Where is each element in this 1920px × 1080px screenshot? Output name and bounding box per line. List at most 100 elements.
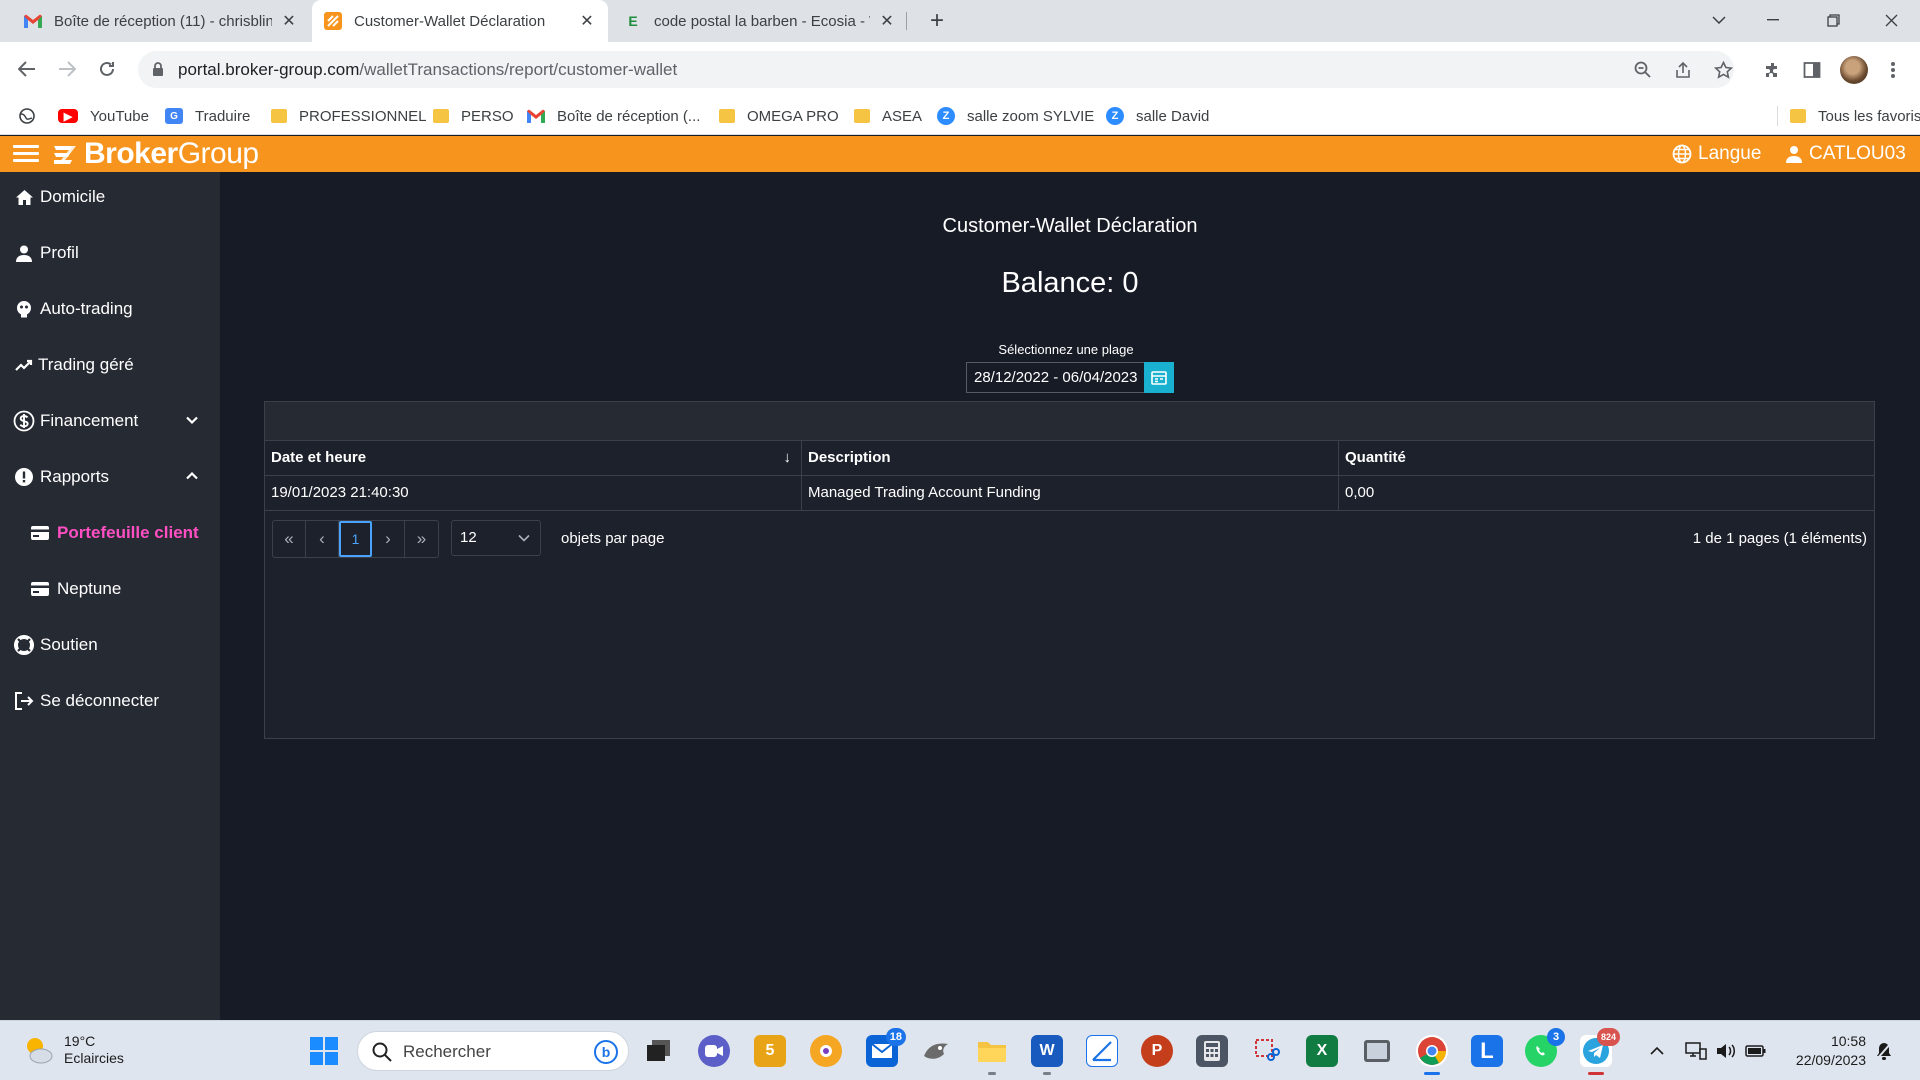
column-header-description[interactable]: Description: [802, 441, 1339, 475]
snipping-tool-icon[interactable]: [1251, 1035, 1283, 1067]
chrome-icon[interactable]: [1416, 1035, 1448, 1075]
bookmark-perso[interactable]: PERSO: [433, 106, 514, 126]
app-l-icon[interactable]: L: [1471, 1035, 1503, 1067]
calendar-button[interactable]: [1144, 362, 1174, 393]
tab-ecosia[interactable]: E code postal la barben - Ecosia - W ✕: [612, 0, 908, 42]
zoom-icon[interactable]: [1632, 59, 1654, 81]
sidebar-item-neptune[interactable]: Neptune: [0, 575, 220, 603]
tab-customer-wallet[interactable]: Customer-Wallet Déclaration ✕: [312, 0, 608, 42]
chevron-down-icon[interactable]: [184, 412, 200, 428]
app-orange-icon[interactable]: [810, 1035, 842, 1067]
date-range-picker[interactable]: 28/12/2022 - 06/04/2023: [966, 362, 1174, 393]
sidebar-item-trading-gere[interactable]: Trading géré: [0, 351, 220, 379]
pager-next-button[interactable]: ›: [372, 521, 405, 557]
sidebar-item-rapports[interactable]: Rapports: [0, 463, 220, 491]
powerpoint-icon[interactable]: P: [1141, 1035, 1173, 1067]
lock-icon[interactable]: [152, 61, 164, 77]
system-clock[interactable]: 10:58 22/09/2023: [1796, 1032, 1866, 1070]
calculator-icon[interactable]: [1196, 1035, 1228, 1067]
close-icon[interactable]: ✕: [280, 12, 298, 30]
windows-start-icon[interactable]: [308, 1035, 340, 1067]
sidebar-item-profil[interactable]: Profil: [0, 239, 220, 267]
teams-chat-icon[interactable]: [698, 1035, 730, 1067]
minimize-button[interactable]: [1748, 0, 1798, 40]
pager-prev-button[interactable]: ‹: [306, 521, 339, 557]
whatsapp-icon[interactable]: 3: [1525, 1028, 1565, 1067]
robot-icon: [13, 299, 35, 319]
sidebar-item-label: Trading géré: [38, 355, 134, 374]
bing-icon[interactable]: b: [594, 1040, 618, 1064]
bookmark-zoom-sylvie[interactable]: Z salle zoom SYLVIE: [937, 106, 1094, 126]
bookmark-traduire[interactable]: G Traduire: [165, 106, 250, 126]
sidebar-item-soutien[interactable]: Soutien: [0, 631, 220, 659]
close-window-button[interactable]: [1866, 0, 1916, 40]
taskbar-search[interactable]: Rechercher b: [357, 1031, 629, 1071]
telegram-icon[interactable]: 824: [1580, 1028, 1620, 1075]
tab-gmail[interactable]: Boîte de réception (11) - chrisblin ✕: [12, 0, 310, 42]
share-icon[interactable]: [1672, 59, 1694, 81]
close-icon[interactable]: ✕: [878, 12, 896, 30]
sidebar-item-financement[interactable]: Financement: [0, 407, 220, 435]
sidebar-item-auto-trading[interactable]: Auto-trading: [0, 295, 220, 323]
volume-icon[interactable]: [1714, 1039, 1738, 1063]
bookmark-star-icon[interactable]: [1712, 59, 1734, 81]
more-menu-icon[interactable]: [1880, 57, 1906, 83]
word-icon[interactable]: W: [1031, 1035, 1063, 1075]
sidebar-item-se-deconnecter[interactable]: Se déconnecter: [0, 687, 220, 715]
url-text[interactable]: portal.broker-group.com/walletTransactio…: [178, 60, 677, 80]
battery-icon[interactable]: [1744, 1039, 1768, 1063]
bookmark-zoom-david[interactable]: Z salle David: [1106, 106, 1209, 126]
brokergroup-logo[interactable]: BrokerGroup: [50, 137, 259, 170]
app-5-icon[interactable]: 5: [754, 1035, 786, 1067]
photos-icon[interactable]: [1361, 1035, 1393, 1067]
language-menu[interactable]: Langue: [1672, 143, 1761, 165]
tab-search-chevron-icon[interactable]: [1694, 0, 1744, 40]
task-view-icon[interactable]: [643, 1035, 675, 1067]
new-tab-button[interactable]: +: [922, 6, 952, 36]
bookmark-omega-pro[interactable]: OMEGA PRO: [719, 106, 839, 126]
page-size-select[interactable]: 12: [451, 520, 541, 556]
user-menu[interactable]: CATLOU03: [1785, 143, 1906, 165]
mail-icon[interactable]: 18: [866, 1028, 906, 1067]
table-row[interactable]: 19/01/2023 21:40:30 Managed Trading Acco…: [265, 476, 1874, 511]
profile-avatar[interactable]: [1840, 56, 1868, 84]
file-explorer-icon[interactable]: [976, 1035, 1008, 1075]
address-bar[interactable]: portal.broker-group.com/walletTransactio…: [138, 51, 1734, 88]
apps-icon[interactable]: [19, 106, 35, 126]
forward-button[interactable]: [51, 53, 83, 85]
restore-button[interactable]: [1808, 0, 1858, 40]
column-header-date[interactable]: Date et heure ↓: [265, 441, 802, 475]
bookmark-youtube[interactable]: ▶ YouTube: [58, 106, 149, 126]
chevron-up-icon[interactable]: [184, 468, 200, 484]
folder-icon: [271, 109, 287, 123]
network-icon[interactable]: [1684, 1039, 1708, 1063]
pager-last-button[interactable]: »: [405, 521, 438, 557]
side-panel-icon[interactable]: [1799, 57, 1825, 83]
folder-icon: [433, 109, 449, 123]
sidebar-item-domicile[interactable]: Domicile: [0, 183, 220, 211]
all-bookmarks[interactable]: Tous les favoris: [1777, 106, 1920, 126]
reload-button[interactable]: [91, 53, 123, 85]
bookmark-gmail[interactable]: Boîte de réception (...: [527, 106, 700, 126]
gimp-icon[interactable]: [921, 1035, 953, 1067]
sidebar-item-portefeuille-client[interactable]: Portefeuille client: [0, 519, 220, 547]
drawing-app-icon[interactable]: [1086, 1035, 1118, 1067]
main-content: Customer-Wallet Déclaration Balance: 0 S…: [220, 172, 1920, 1020]
close-icon[interactable]: ✕: [578, 12, 596, 30]
pager-page-1-button[interactable]: 1: [339, 521, 372, 557]
notifications-icon[interactable]: [1872, 1039, 1896, 1063]
url-host: portal.broker-group.com: [178, 60, 360, 79]
sort-arrow-down-icon[interactable]: ↓: [784, 441, 792, 475]
hamburger-menu-icon[interactable]: [13, 145, 39, 163]
tray-chevron-up-icon[interactable]: [1645, 1039, 1669, 1063]
weather-widget[interactable]: 19°C Eclaircies: [22, 1033, 124, 1067]
bookmark-professionnel[interactable]: PROFESSIONNEL: [271, 106, 427, 126]
excel-icon[interactable]: X: [1306, 1035, 1338, 1067]
extensions-icon[interactable]: [1760, 57, 1786, 83]
column-header-quantite[interactable]: Quantité: [1339, 441, 1874, 475]
bookmark-asea[interactable]: ASEA: [854, 106, 922, 126]
date-range-input[interactable]: 28/12/2022 - 06/04/2023: [966, 362, 1144, 393]
back-button[interactable]: [11, 53, 43, 85]
pager-first-button[interactable]: «: [273, 521, 306, 557]
page-title: Customer-Wallet Déclaration: [942, 215, 1198, 237]
